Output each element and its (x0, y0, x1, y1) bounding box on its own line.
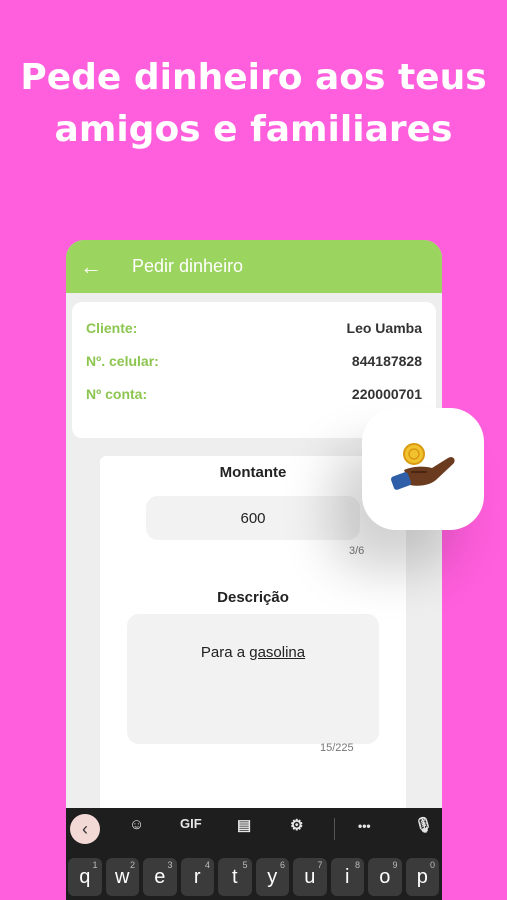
key-e[interactable]: e3 (143, 858, 177, 896)
key-p-char: p (416, 865, 428, 888)
key-p[interactable]: p0 (405, 858, 439, 896)
client-label: Cliente: (86, 320, 138, 336)
key-i-char: i (345, 865, 350, 888)
key-e-char: e (154, 865, 166, 888)
key-o-char: o (379, 865, 391, 888)
key-u-char: u (304, 865, 316, 888)
account-number-value: 220000701 (351, 386, 422, 402)
key-y[interactable]: y6 (255, 858, 289, 896)
key-t-num: 5 (242, 860, 248, 870)
page-title: Pedir dinheiro (132, 256, 244, 276)
key-q-num: 1 (92, 860, 98, 870)
phone-number-value: 844187828 (351, 353, 422, 369)
key-row: q1 w2 e3 r4 t5 y6 u7 i8 o9 p0 (68, 858, 439, 896)
money-hand-badge (362, 408, 484, 530)
gif-button[interactable]: GIF (180, 816, 202, 831)
key-r-num: 4 (204, 860, 210, 870)
amount-counter: 3/6 (349, 545, 365, 557)
clipboard-icon[interactable]: ▤ (237, 816, 251, 834)
app-bar: ← Pedir dinheiro (66, 240, 442, 293)
description-text-prefix: Para a (200, 644, 250, 661)
key-o[interactable]: o9 (368, 858, 402, 896)
key-i[interactable]: i8 (330, 858, 364, 896)
phone-number-row: Nº. celular: 844187828 (86, 353, 422, 369)
description-counter: 15/225 (320, 742, 354, 754)
account-number-label: Nº conta: (86, 386, 148, 402)
description-title: Descrição (217, 589, 289, 606)
key-w[interactable]: w2 (105, 858, 139, 896)
client-row: Cliente: Leo Uamba (86, 320, 422, 336)
key-t[interactable]: t5 (218, 858, 252, 896)
description-input[interactable]: Para a gasolina (127, 614, 379, 744)
amount-title: Montante (219, 464, 287, 481)
key-u[interactable]: u7 (293, 858, 327, 896)
key-t-char: t (231, 865, 238, 888)
headline-line-2: amigos e familiares (54, 109, 453, 150)
description-text-word: gasolina (249, 644, 306, 661)
key-q[interactable]: q1 (68, 858, 102, 896)
key-o-num: 9 (392, 860, 398, 870)
key-r[interactable]: r4 (180, 858, 214, 896)
sticker-icon[interactable]: ☺ (129, 816, 144, 833)
account-number-row: Nº conta: 220000701 (86, 386, 422, 402)
headline-line-1: Pede dinheiro aos teus (20, 57, 487, 98)
key-y-char: y (267, 865, 278, 888)
phone-number-label: Nº. celular: (86, 353, 159, 369)
more-options-icon[interactable]: ••• (358, 819, 371, 833)
key-i-num: 8 (354, 860, 360, 870)
phone-screen: ← Pedir dinheiro Cliente: Leo Uamba Nº. … (66, 240, 442, 900)
key-p-num: 0 (429, 860, 435, 870)
promo-headline: Pede dinheiro aos teus amigos e familiar… (0, 52, 507, 156)
toolbar-divider (334, 818, 335, 840)
key-y-num: 6 (279, 860, 285, 870)
hand-coin-icon (390, 443, 455, 490)
key-r-char: r (193, 865, 201, 888)
microphone-icon[interactable]: 🎙 (414, 816, 433, 834)
chevron-left-icon[interactable]: ‹ (70, 814, 100, 844)
key-w-char: w (115, 865, 130, 888)
key-q-char: q (79, 865, 91, 888)
client-value: Leo Uamba (346, 320, 422, 336)
keyboard-toolbar: ‹ ☺ GIF ▤ ⚙ ••• 🎙 (66, 808, 442, 850)
gear-icon[interactable]: ⚙ (290, 816, 303, 834)
key-e-num: 3 (167, 860, 173, 870)
amount-input[interactable]: 600 (146, 496, 360, 540)
key-u-num: 7 (317, 860, 323, 870)
back-arrow-icon[interactable]: ← (80, 254, 104, 280)
key-w-num: 2 (129, 860, 135, 870)
on-screen-keyboard: ‹ ☺ GIF ▤ ⚙ ••• 🎙 q1 w2 e3 r4 t5 y6 u7 i… (66, 808, 442, 900)
